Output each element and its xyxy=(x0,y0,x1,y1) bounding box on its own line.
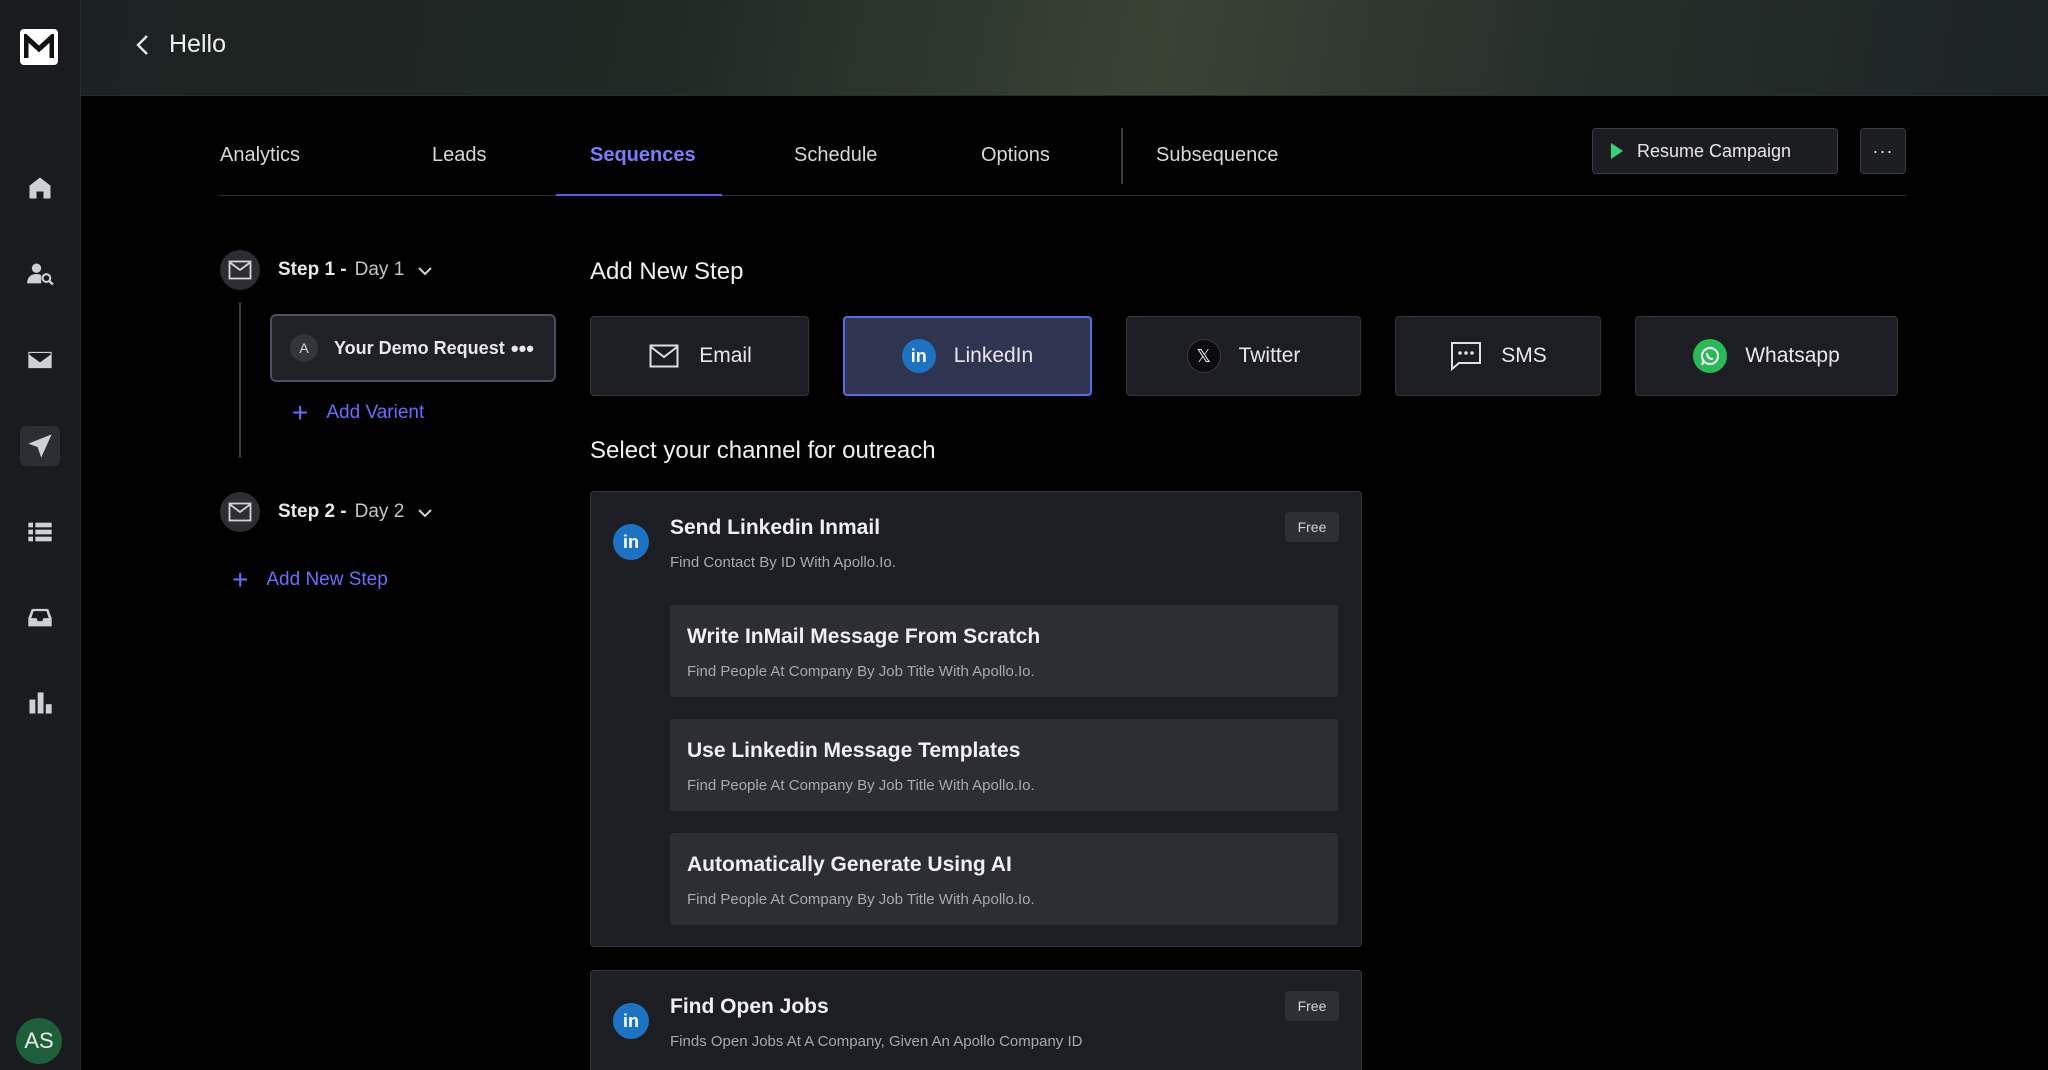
chevron-down-icon[interactable] xyxy=(418,505,432,519)
tab-analytics[interactable]: Analytics xyxy=(220,144,300,196)
mail-icon xyxy=(647,339,681,373)
step-connector-line xyxy=(239,302,241,458)
tab-schedule[interactable]: Schedule xyxy=(794,144,877,196)
tab-options[interactable]: Options xyxy=(981,144,1050,196)
step-2-label: Step 2 - xyxy=(278,501,347,522)
chevron-down-icon[interactable] xyxy=(418,263,432,277)
channel-whatsapp-label: Whatsapp xyxy=(1745,344,1840,367)
channel-twitter-button[interactable]: 𝕏 Twitter xyxy=(1126,316,1361,396)
step-mail-icon xyxy=(220,250,260,290)
option-title: Automatically Generate Using AI xyxy=(687,853,1012,876)
step-2-day: Day 2 xyxy=(354,501,405,522)
option-subtitle: Find People At Company By Job Title With… xyxy=(687,891,1035,908)
chevron-left-icon xyxy=(136,35,148,55)
tab-divider xyxy=(1121,128,1123,184)
option-subtitle: Find People At Company By Job Title With… xyxy=(687,663,1035,680)
channel-email-button[interactable]: Email xyxy=(590,316,809,396)
sidebar-item-leads[interactable] xyxy=(20,254,60,294)
variant-title: Your Demo Request xyxy=(334,337,505,358)
resume-campaign-label: Resume Campaign xyxy=(1637,140,1792,161)
sidebar-item-lists[interactable] xyxy=(20,512,60,552)
variant-card[interactable]: A Your Demo Request ••• xyxy=(270,314,556,382)
home-icon xyxy=(29,177,51,199)
option-write-inmail[interactable]: Write InMail Message From Scratch Find P… xyxy=(670,605,1338,697)
add-new-step-title: Add New Step xyxy=(590,258,744,285)
channel-linkedin-label: LinkedIn xyxy=(953,344,1034,367)
page-title: Hello xyxy=(169,30,226,58)
tab-leads[interactable]: Leads xyxy=(432,144,487,196)
variant-badge: A xyxy=(290,334,318,362)
step-1-label: Step 1 - xyxy=(278,259,347,280)
channel-whatsapp-button[interactable]: Whatsapp xyxy=(1635,316,1898,396)
option-title: Write InMail Message From Scratch xyxy=(687,625,1041,648)
channel-linkedin-button[interactable]: in LinkedIn xyxy=(843,316,1092,396)
bar-chart-icon xyxy=(29,692,52,714)
sidebar: AS xyxy=(0,0,81,1070)
app-logo[interactable] xyxy=(20,29,58,65)
plus-icon: + xyxy=(292,397,309,428)
send-icon xyxy=(28,434,52,458)
option-use-templates[interactable]: Use Linkedin Message Templates Find Peop… xyxy=(670,719,1338,811)
linkedin-icon: in xyxy=(901,339,936,373)
whatsapp-icon xyxy=(1693,339,1728,373)
add-new-step-label: Add New Step xyxy=(266,569,388,590)
leads-search-icon xyxy=(27,263,54,286)
channel-email-label: Email xyxy=(699,344,752,367)
step-1-header[interactable]: Step 1 - Day 1 xyxy=(220,250,432,290)
sidebar-item-inbox[interactable] xyxy=(20,597,60,637)
variant-menu-icon[interactable]: ••• xyxy=(511,336,534,362)
option-generate-ai[interactable]: Automatically Generate Using AI Find Peo… xyxy=(670,833,1338,925)
channel-sms-button[interactable]: SMS xyxy=(1395,316,1601,396)
card-title: Find Open Jobs xyxy=(670,995,829,1018)
linkedin-icon: in xyxy=(613,524,649,560)
step-2-header[interactable]: Step 2 - Day 2 xyxy=(220,492,432,532)
sidebar-item-home[interactable] xyxy=(20,168,60,208)
step-mail-icon xyxy=(220,492,260,532)
mail-icon xyxy=(28,351,52,369)
avatar[interactable]: AS xyxy=(16,1018,62,1064)
channel-twitter-label: Twitter xyxy=(1238,344,1301,367)
step-1-day: Day 1 xyxy=(354,259,405,280)
linkedin-icon: in xyxy=(613,1003,649,1039)
x-icon: 𝕏 xyxy=(1186,339,1221,373)
sidebar-item-mail[interactable] xyxy=(20,340,60,380)
sms-icon xyxy=(1449,339,1483,373)
play-icon xyxy=(1611,143,1623,159)
linkedin-inmail-card[interactable]: in Send Linkedin Inmail Find Contact By … xyxy=(590,491,1362,947)
add-variant-link[interactable]: + Add Varient xyxy=(292,399,424,427)
card-subtitle: Find Contact By ID With Apollo.Io. xyxy=(670,554,896,571)
plus-icon: + xyxy=(232,564,249,595)
channel-sms-label: SMS xyxy=(1501,344,1547,367)
free-badge: Free xyxy=(1285,991,1339,1021)
select-channel-title: Select your channel for outreach xyxy=(590,437,936,464)
back-button[interactable] xyxy=(131,32,155,58)
inbox-icon xyxy=(28,608,52,627)
resume-campaign-button[interactable]: Resume Campaign xyxy=(1592,128,1838,174)
card-title: Send Linkedin Inmail xyxy=(670,516,881,539)
free-badge: Free xyxy=(1285,512,1339,542)
tab-sequences[interactable]: Sequences xyxy=(590,144,696,196)
find-open-jobs-card[interactable]: in Find Open Jobs Finds Open Jobs At A C… xyxy=(590,970,1362,1070)
card-subtitle: Finds Open Jobs At A Company, Given An A… xyxy=(670,1033,1083,1050)
tab-subsequence[interactable]: Subsequence xyxy=(1156,144,1278,196)
page-header: Hello xyxy=(81,0,2048,96)
sidebar-item-sequences[interactable] xyxy=(20,426,60,466)
active-tab-indicator xyxy=(556,194,722,196)
option-title: Use Linkedin Message Templates xyxy=(687,739,1021,762)
add-new-step-link[interactable]: + Add New Step xyxy=(232,566,388,594)
option-subtitle: Find People At Company By Job Title With… xyxy=(687,777,1035,794)
list-icon xyxy=(28,522,52,542)
add-variant-label: Add Varient xyxy=(326,402,425,423)
more-options-button[interactable]: ··· xyxy=(1860,128,1906,174)
logo-m-icon xyxy=(24,34,54,58)
sidebar-item-analytics[interactable] xyxy=(20,683,60,723)
